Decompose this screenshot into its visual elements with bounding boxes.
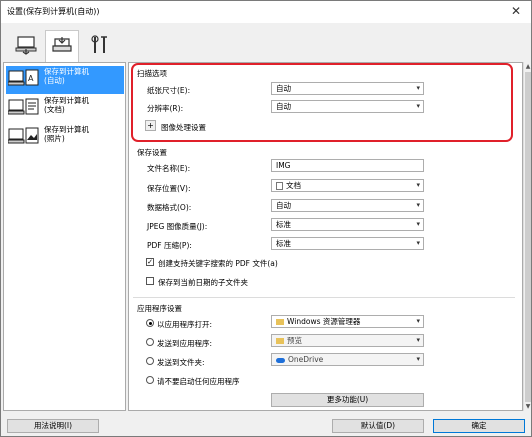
scroll-down-icon[interactable]: ▼ (524, 403, 532, 410)
chevron-down-icon: ▾ (416, 201, 420, 209)
save-in-select[interactable]: 文档 ▾ (271, 179, 424, 192)
open-with-label: 以应用程序打开: (157, 320, 213, 329)
data-format-value: 自动 (276, 201, 291, 210)
send-to-folder-radio[interactable] (146, 357, 154, 365)
chevron-down-icon: ▾ (416, 317, 420, 325)
create-pdf-checkbox[interactable]: ✓ (146, 258, 154, 266)
computer-scan-icon (15, 36, 37, 55)
sidebar-item-sublabel: (文档) (44, 105, 65, 114)
resolution-value: 自动 (276, 102, 291, 111)
file-name-value: IMG (276, 161, 291, 170)
settings-window: 设置(保存到计算机(自动)) ✕ A 保存到计算机 (自动) 保存到计算机 (文… (0, 0, 532, 437)
jpeg-quality-label: JPEG 图像质量(J): (147, 222, 208, 231)
sidebar-item-sublabel: (照片) (44, 134, 65, 143)
instructions-button[interactable]: 用法说明(I) (7, 419, 99, 433)
save-subfolder-label: 保存到当前日期的子文件夹 (158, 278, 248, 287)
tools-icon (91, 35, 107, 53)
sidebar: A 保存到计算机 (自动) 保存到计算机 (文档) 保存到计算机 (照片) (3, 62, 126, 411)
file-name-label: 文件名称(E): (147, 164, 191, 173)
resolution-select[interactable]: 自动 ▾ (271, 100, 424, 113)
no-app-radio[interactable] (146, 376, 154, 384)
title-bar: 设置(保存到计算机(自动)) ✕ (1, 1, 531, 23)
more-functions-button[interactable]: 更多功能(U) (271, 393, 424, 407)
document-folder-icon (276, 182, 283, 190)
paper-size-select[interactable]: 自动 ▾ (271, 82, 424, 95)
window-title: 设置(保存到计算机(自动)) (7, 7, 100, 16)
app-settings-title: 应用程序设置 (137, 304, 182, 313)
resolution-label: 分辨率(R): (147, 104, 184, 113)
vertical-scrollbar[interactable]: ▲ ▼ (523, 62, 531, 411)
onedrive-icon (276, 357, 285, 363)
chevron-down-icon: ▾ (416, 355, 420, 363)
sidebar-item-label: 保存到计算机 (44, 67, 89, 76)
send-to-folder-select[interactable]: OneDrive ▾ (271, 353, 424, 366)
pdf-compression-label: PDF 压缩(P): (147, 241, 192, 250)
file-name-input[interactable]: IMG (271, 159, 424, 172)
save-photo-icon (7, 126, 40, 152)
scanner-panel-icon (52, 37, 72, 52)
chevron-down-icon: ▾ (416, 84, 420, 92)
expand-image-processing-button[interactable]: + (145, 120, 156, 131)
scroll-up-icon[interactable]: ▲ (524, 63, 532, 70)
create-pdf-label: 创建支持关键字搜索的 PDF 文件(a) (158, 259, 278, 268)
pdf-compression-select[interactable]: 标准 ▾ (271, 237, 424, 250)
scan-options-title: 扫描选项 (137, 69, 167, 78)
preview-app-icon (276, 338, 284, 344)
data-format-label: 数据格式(O): (147, 203, 192, 212)
send-to-folder-value: OneDrive (288, 355, 324, 364)
save-auto-icon: A (7, 68, 40, 94)
send-to-app-value: 预览 (287, 336, 302, 345)
open-with-radio[interactable] (146, 319, 154, 327)
jpeg-quality-select[interactable]: 标准 ▾ (271, 218, 424, 231)
defaults-button[interactable]: 默认值(D) (332, 419, 424, 433)
send-to-app-radio[interactable] (146, 338, 154, 346)
chevron-down-icon: ▾ (416, 239, 420, 247)
sidebar-item-sublabel: (自动) (44, 76, 65, 85)
tab-scan-from-computer[interactable] (9, 30, 43, 62)
ok-button[interactable]: 确定 (433, 419, 525, 433)
data-format-select[interactable]: 自动 ▾ (271, 199, 424, 212)
sidebar-item-save-photo[interactable]: 保存到计算机 (照片) (6, 124, 124, 152)
sidebar-item-save-document[interactable]: 保存到计算机 (文档) (6, 95, 124, 123)
divider (133, 297, 515, 298)
chevron-down-icon: ▾ (416, 102, 420, 110)
open-with-value: Windows 资源管理器 (287, 317, 361, 326)
no-app-label: 请不要启动任何应用程序 (157, 377, 240, 386)
pdf-compression-value: 标准 (276, 239, 291, 248)
save-in-value: 文档 (286, 181, 301, 190)
svg-text:A: A (28, 74, 34, 83)
send-to-app-label: 发送到应用程序: (157, 339, 213, 348)
sidebar-item-label: 保存到计算机 (44, 125, 89, 134)
image-processing-label: 图像处理设置 (161, 123, 206, 132)
folder-icon (276, 319, 284, 325)
chevron-down-icon: ▾ (416, 220, 420, 228)
tab-general-settings[interactable] (83, 30, 117, 62)
save-subfolder-checkbox[interactable] (146, 277, 154, 285)
send-to-folder-label: 发送到文件夹: (157, 358, 205, 367)
chevron-down-icon: ▾ (416, 181, 420, 189)
sidebar-item-label: 保存到计算机 (44, 96, 89, 105)
jpeg-quality-value: 标准 (276, 220, 291, 229)
paper-size-value: 自动 (276, 84, 291, 93)
sidebar-item-save-auto[interactable]: A 保存到计算机 (自动) (6, 66, 124, 94)
chevron-down-icon: ▾ (416, 336, 420, 344)
send-to-app-select[interactable]: 预览 ▾ (271, 334, 424, 347)
save-settings-title: 保存设置 (137, 148, 167, 157)
tab-scan-from-panel[interactable] (45, 30, 79, 63)
close-icon[interactable]: ✕ (511, 4, 521, 18)
scrollbar-thumb[interactable] (525, 72, 531, 402)
save-in-label: 保存位置(V): (147, 184, 191, 193)
save-document-icon (7, 97, 40, 123)
paper-size-label: 纸张尺寸(E): (147, 86, 191, 95)
open-with-select[interactable]: Windows 资源管理器 ▾ (271, 315, 424, 328)
